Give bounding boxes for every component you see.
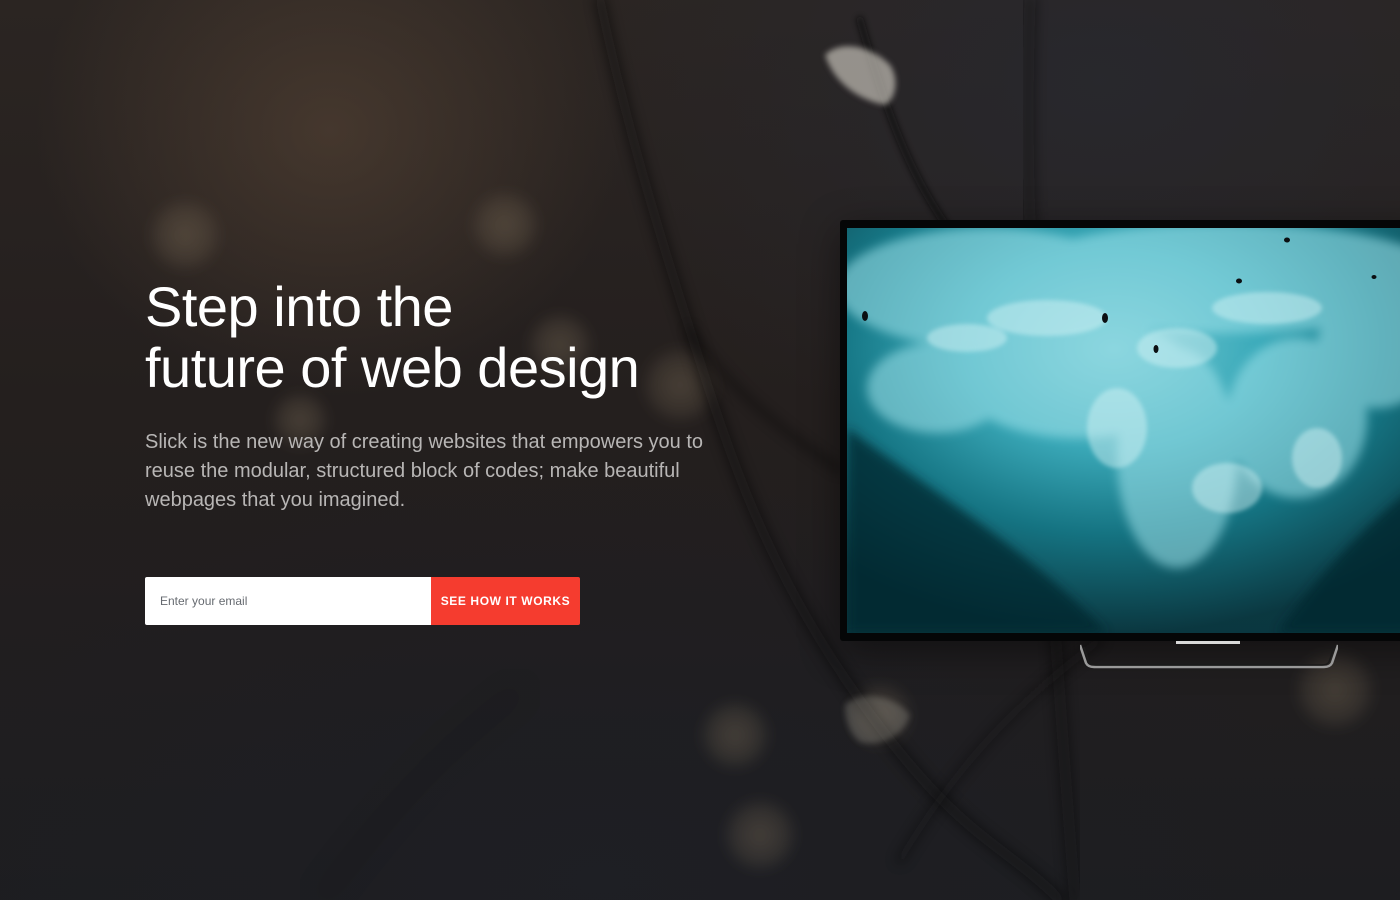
- tv-mockup: [840, 220, 1400, 672]
- hero-section: Step into the future of web design Slick…: [0, 0, 1400, 900]
- tv-bezel: [840, 220, 1400, 641]
- headline-line-1: Step into the: [145, 275, 453, 338]
- tv-stand: [1080, 641, 1338, 669]
- tv-screen-image: [847, 228, 1400, 633]
- see-how-it-works-button[interactable]: SEE HOW IT WORKS: [431, 577, 580, 625]
- email-signup-form: SEE HOW IT WORKS: [145, 577, 580, 625]
- hero-description: Slick is the new way of creating website…: [145, 431, 704, 511]
- headline: Step into the future of web design: [145, 276, 765, 398]
- hero-content: Step into the future of web design Slick…: [145, 276, 765, 515]
- email-input[interactable]: [145, 577, 431, 625]
- headline-line-2: future of web design: [145, 336, 640, 399]
- ocean-aerial-image: [847, 228, 1400, 633]
